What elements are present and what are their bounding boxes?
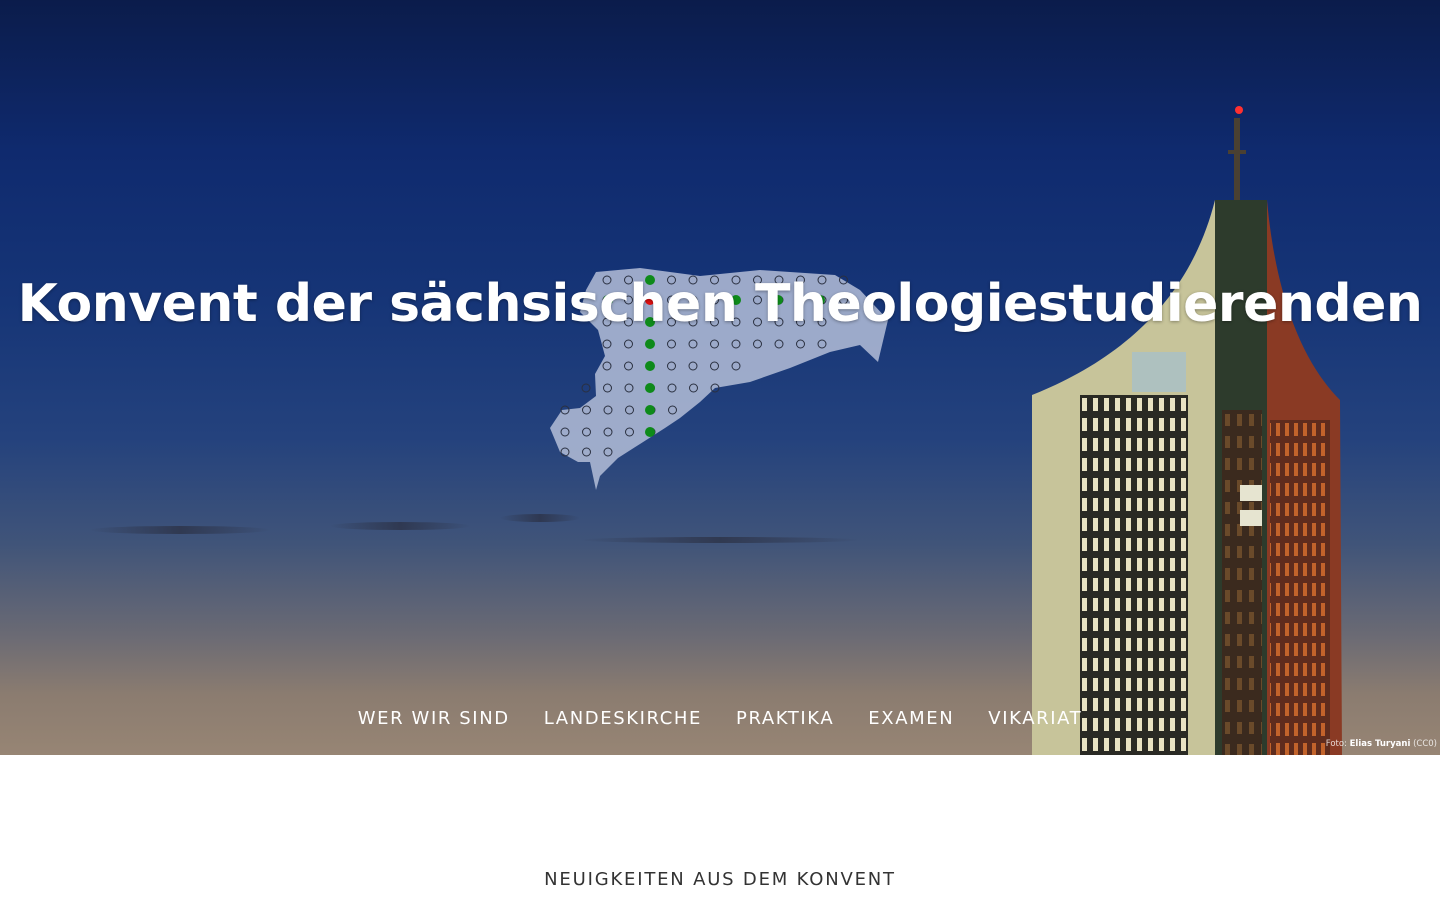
- photo-credit: Foto: Elias Turyani (CC0): [1326, 739, 1437, 749]
- hero-banner: Konvent der sächsischen Theologiestudier…: [0, 0, 1440, 755]
- news-section-heading: NEUIGKEITEN AUS DEM KONVENT: [544, 869, 896, 890]
- nav-item-landeskirche[interactable]: LANDESKIRCHE: [544, 708, 702, 729]
- nav-item-wer-wir-sind[interactable]: WER WIR SIND: [358, 708, 510, 729]
- logo-grid-dot: [581, 383, 591, 393]
- photo-credit-prefix: Foto:: [1325, 739, 1347, 749]
- saxony-map-dots-logo: [550, 268, 888, 490]
- nav-item-examen[interactable]: EXAMEN: [868, 708, 954, 729]
- photo-credit-license: (CC0): [1413, 739, 1437, 749]
- photo-credit-author[interactable]: Elias Turyani: [1350, 739, 1411, 749]
- main-navigation: WER WIR SIND LANDESKIRCHE PRAKTIKA EXAME…: [0, 708, 1440, 729]
- nav-item-vikariat[interactable]: VIKARIAT: [988, 708, 1082, 729]
- page-title: Konvent der sächsischen Theologiestudier…: [17, 274, 1423, 334]
- nav-item-praktika[interactable]: PRAKTIKA: [736, 708, 834, 729]
